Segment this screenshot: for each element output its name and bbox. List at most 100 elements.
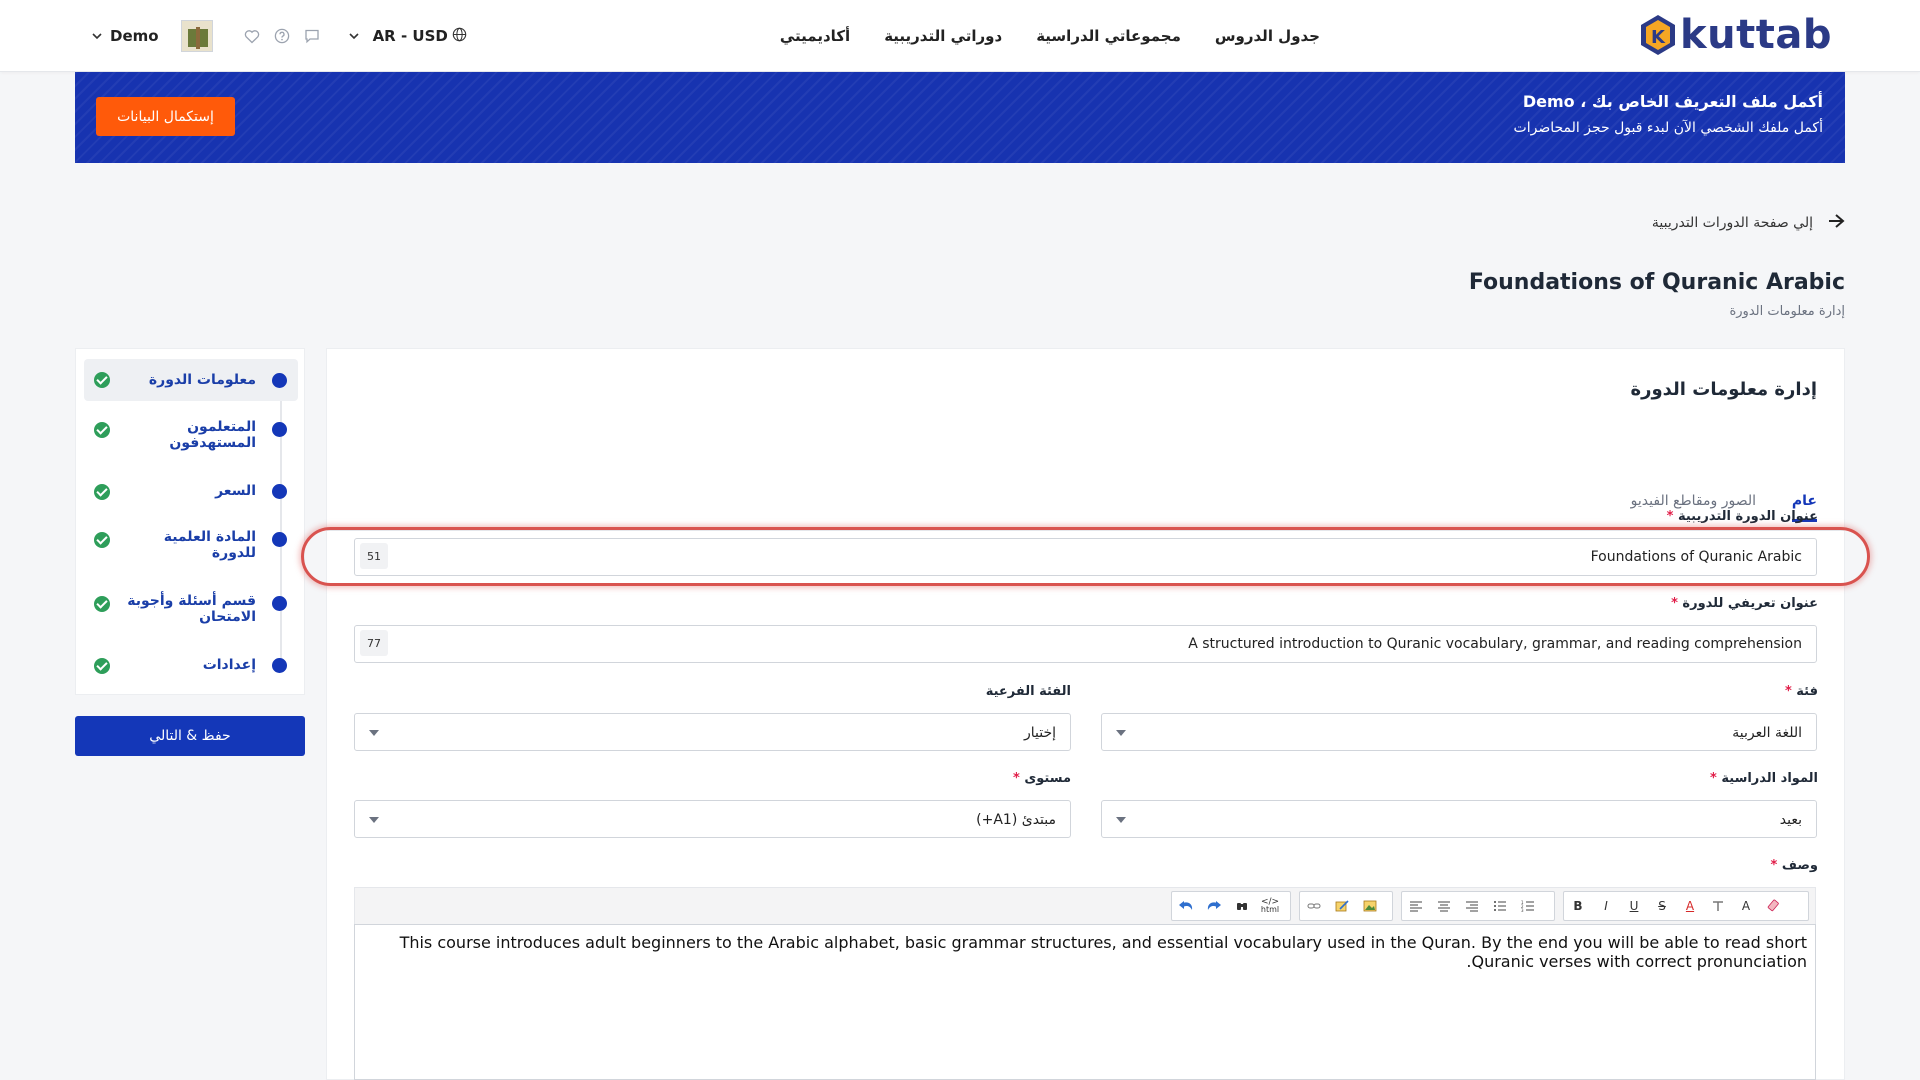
underline-button[interactable]: U bbox=[1620, 892, 1648, 920]
category-selected-value: اللغة العربية bbox=[1732, 725, 1802, 741]
complete-profile-banner: أكمل ملف التعريف الخاص بك ، Demo أكمل مل… bbox=[75, 72, 1845, 163]
help-icon[interactable] bbox=[273, 27, 291, 45]
sidebar-item-label: السعر bbox=[215, 483, 256, 499]
avatar[interactable] bbox=[180, 20, 213, 52]
language-currency-selector[interactable]: AR - USD bbox=[373, 27, 467, 46]
required-marker: * bbox=[1784, 684, 1792, 699]
course-title-label-text: عنوان الدورة التدريبية bbox=[1677, 509, 1818, 524]
text-format-icon[interactable] bbox=[1704, 892, 1732, 920]
sidebar-item-exam-qa[interactable]: قسم أسئلة وأجوبة الامتحان bbox=[84, 589, 298, 629]
course-intro-label: عنوان تعريفي للدورة * bbox=[1671, 596, 1818, 611]
heart-icon[interactable] bbox=[243, 27, 261, 45]
complete-data-button[interactable]: إستكمال البيانات bbox=[96, 97, 235, 136]
level-selected-value: مبتدئ (A1+) bbox=[976, 812, 1056, 828]
redo-icon[interactable] bbox=[1200, 892, 1228, 920]
arrow-back-icon bbox=[1827, 213, 1845, 233]
top-navbar: K kuttab جدول الدروس مجموعاتي الدراسية د… bbox=[0, 0, 1920, 72]
eraser-icon[interactable] bbox=[1760, 892, 1788, 920]
description-text[interactable]: This course introduces adult beginners t… bbox=[367, 933, 1807, 971]
card-title: إدارة معلومات الدورة bbox=[1630, 379, 1817, 400]
step-dot-icon bbox=[272, 658, 287, 673]
category-select[interactable]: اللغة العربية bbox=[1101, 713, 1817, 751]
sidebar-item-price[interactable]: السعر bbox=[84, 477, 298, 507]
subjects-selected-value: بعيد bbox=[1779, 812, 1802, 828]
nav-link-my-courses[interactable]: دوراتي التدريبية bbox=[884, 27, 1002, 45]
align-left-icon[interactable] bbox=[1402, 892, 1430, 920]
sidebar-item-label: قسم أسئلة وأجوبة الامتحان bbox=[127, 593, 256, 625]
font-color-button[interactable]: A bbox=[1676, 892, 1704, 920]
subjects-label: المواد الدراسية * bbox=[1710, 771, 1818, 786]
nav-link-lessons-schedule[interactable]: جدول الدروس bbox=[1215, 27, 1320, 45]
check-circle-icon bbox=[94, 658, 110, 674]
check-circle-icon bbox=[94, 532, 110, 548]
html-label: html bbox=[1260, 905, 1280, 914]
caret-down-icon bbox=[1116, 817, 1126, 823]
description-label-text: وصف bbox=[1781, 858, 1818, 873]
course-intro-input[interactable] bbox=[354, 625, 1817, 663]
course-title-input[interactable] bbox=[354, 538, 1817, 576]
category-label: فئة * bbox=[1785, 684, 1818, 699]
description-editor[interactable]: This course introduces adult beginners t… bbox=[354, 924, 1816, 1080]
page-title: Foundations of Quranic Arabic bbox=[1468, 270, 1845, 295]
required-marker: * bbox=[1710, 771, 1717, 786]
required-marker: * bbox=[1666, 509, 1674, 524]
globe-icon bbox=[452, 27, 467, 46]
logo-text: kuttab bbox=[1680, 12, 1832, 58]
bold-button[interactable]: B bbox=[1564, 892, 1592, 920]
find-icon[interactable] bbox=[1228, 892, 1256, 920]
check-circle-icon bbox=[94, 372, 110, 388]
banner-title: أكمل ملف التعريف الخاص بك ، Demo bbox=[1522, 92, 1823, 111]
image-icon[interactable] bbox=[1356, 892, 1384, 920]
align-right-icon[interactable] bbox=[1458, 892, 1486, 920]
course-title-char-counter: 51 bbox=[360, 543, 388, 569]
subcategory-label: الفئة الفرعية bbox=[986, 684, 1071, 699]
sidebar-item-target-learners[interactable]: المتعلمون المستهدفون bbox=[84, 415, 298, 455]
level-select[interactable]: مبتدئ (A1+) bbox=[354, 800, 1071, 838]
required-marker: * bbox=[1671, 596, 1678, 611]
svg-text:K: K bbox=[1651, 27, 1666, 48]
strikethrough-button[interactable]: S bbox=[1648, 892, 1676, 920]
check-circle-icon bbox=[94, 422, 110, 438]
tabs-bar: عام الصور ومقاطع الفيديو bbox=[327, 429, 1844, 531]
bullet-list-icon[interactable] bbox=[1486, 892, 1514, 920]
sidebar-item-course-info[interactable]: معلومات الدورة bbox=[84, 359, 298, 401]
course-intro-label-text: عنوان تعريفي للدورة bbox=[1682, 596, 1818, 611]
subcategory-label-text: الفئة الفرعية bbox=[985, 684, 1071, 699]
html-source-button[interactable]: </> html bbox=[1256, 892, 1284, 920]
align-center-icon[interactable] bbox=[1430, 892, 1458, 920]
sidebar-item-course-material[interactable]: المادة العلمية للدورة bbox=[84, 525, 298, 565]
subjects-select[interactable]: بعيد bbox=[1101, 800, 1817, 838]
user-menu-chevron-down-icon[interactable] bbox=[92, 29, 102, 43]
save-next-button[interactable]: حفظ & التالي bbox=[75, 716, 305, 756]
step-dot-icon bbox=[272, 596, 287, 611]
sidebar-item-settings[interactable]: إعدادات bbox=[84, 651, 298, 681]
required-marker: * bbox=[1013, 771, 1020, 786]
logo[interactable]: K kuttab bbox=[1638, 12, 1832, 58]
link-icon[interactable] bbox=[1300, 892, 1328, 920]
sidebar-item-label: المتعلمون المستهدفون bbox=[169, 419, 256, 451]
font-size-button[interactable]: A bbox=[1732, 892, 1760, 920]
course-intro-char-counter: 77 bbox=[360, 630, 388, 656]
subcategory-select[interactable]: إختيار bbox=[354, 713, 1071, 751]
step-dot-icon bbox=[272, 484, 287, 499]
edit-image-icon[interactable] bbox=[1328, 892, 1356, 920]
toolbar-group-insert bbox=[1299, 891, 1393, 921]
back-to-courses-link[interactable]: إلي صفحة الدورات التدريبية bbox=[1652, 213, 1845, 233]
level-label-text: مستوى bbox=[1024, 771, 1071, 786]
subjects-label-text: المواد الدراسية bbox=[1721, 771, 1818, 786]
step-dot-icon bbox=[272, 422, 287, 437]
nav-link-study-groups[interactable]: مجموعاتي الدراسية bbox=[1036, 27, 1181, 45]
required-marker: * bbox=[1770, 858, 1778, 873]
caret-down-icon bbox=[1116, 730, 1126, 736]
user-name[interactable]: Demo bbox=[110, 27, 159, 45]
chat-icon[interactable] bbox=[303, 27, 321, 45]
toolbar-group-paragraph: 123 bbox=[1401, 891, 1555, 921]
nav-link-my-academy[interactable]: أكاديميتي bbox=[780, 27, 850, 45]
italic-button[interactable]: I bbox=[1592, 892, 1620, 920]
level-label: مستوى * bbox=[1013, 771, 1071, 786]
toolbar-group-history: </> html bbox=[1171, 891, 1291, 921]
numbered-list-icon[interactable]: 123 bbox=[1514, 892, 1542, 920]
language-chevron-down-icon[interactable] bbox=[348, 29, 359, 43]
page-subtitle: إدارة معلومات الدورة bbox=[1729, 304, 1845, 319]
undo-icon[interactable] bbox=[1172, 892, 1200, 920]
